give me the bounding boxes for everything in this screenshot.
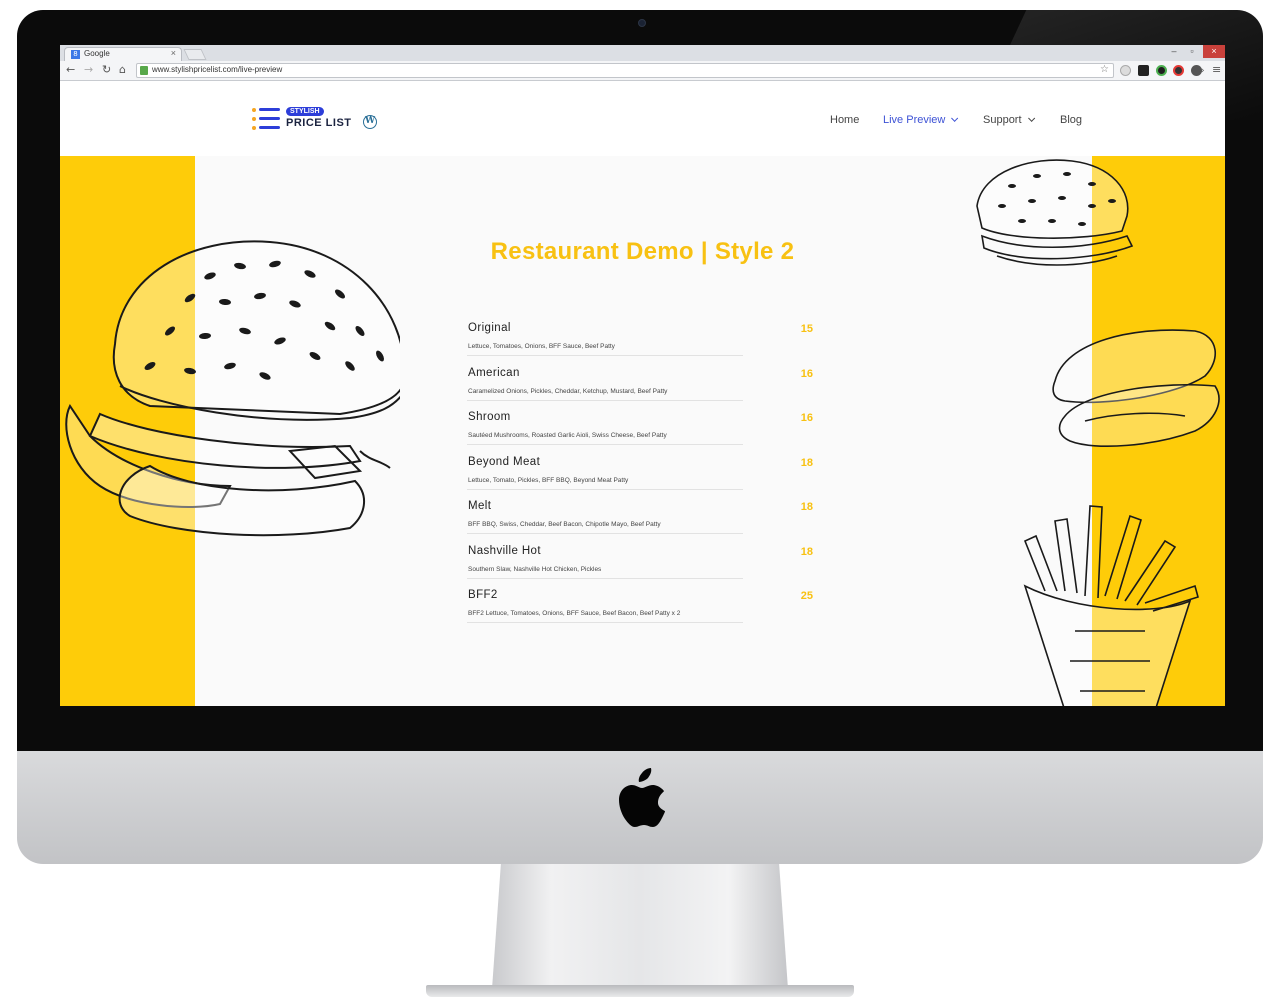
- nav-home-label: Home: [830, 114, 860, 126]
- browser-tabbar: 8 Google × – ▫ ×: [60, 45, 1225, 61]
- divider: [467, 488, 743, 490]
- chevron-down-icon: [1027, 114, 1035, 122]
- imac-stand-base: [426, 985, 854, 997]
- item-description: Lettuce, Tomatoes, Onions, BFF Sauce, Be…: [468, 343, 615, 350]
- tab-close-icon[interactable]: ×: [171, 48, 176, 58]
- item-price: 18: [800, 501, 813, 513]
- extension-icon-3[interactable]: [1156, 65, 1167, 76]
- item-description: BFF2 Lettuce, Tomatoes, Onions, BFF Sauc…: [468, 610, 681, 617]
- star-icon[interactable]: ☆: [1100, 64, 1109, 75]
- item-price: 18: [800, 456, 813, 469]
- item-description: Sautéed Mushrooms, Roasted Garlic Aioli,…: [468, 432, 667, 439]
- nav-support-label: Support: [983, 114, 1022, 126]
- logo-text[interactable]: PRICE LIST: [286, 117, 352, 129]
- item-description: Lettuce, Tomato, Pickles, BFF BBQ, Beyon…: [468, 476, 629, 484]
- nav-blog-label: Blog: [1060, 114, 1083, 126]
- pickle-tomato-illustration-icon: [1052, 329, 1220, 447]
- site-header: STYLISH PRICE LIST W Home Live Preview S…: [60, 82, 1225, 156]
- nav-blog[interactable]: Blog: [1060, 114, 1082, 126]
- item-description: Caramelized Onions, Pickles, Cheddar, Ke…: [468, 387, 668, 395]
- menu-item[interactable]: Melt BFF BBQ, Swiss, Cheddar, Beef Bacon…: [467, 499, 813, 544]
- extension-icon-2[interactable]: [1138, 65, 1149, 76]
- overflow-icon[interactable]: »: [1199, 64, 1205, 78]
- address-bar[interactable]: www.stylishpricelist.com/live-preview ☆: [136, 63, 1114, 78]
- logo-lines-icon[interactable]: [252, 108, 280, 130]
- apple-logo-icon: [619, 768, 665, 827]
- fries-illustration-icon: [1023, 505, 1199, 706]
- extension-icon-4[interactable]: [1173, 65, 1184, 76]
- nav-support[interactable]: Support: [983, 114, 1035, 126]
- divider: [467, 533, 743, 534]
- divider: [467, 622, 743, 623]
- divider: [467, 399, 743, 401]
- menu-item[interactable]: Beyond Meat Lettuce, Tomato, Pickles, BF…: [467, 455, 813, 500]
- chevron-down-icon: [951, 114, 959, 122]
- item-name: American: [468, 366, 520, 379]
- back-icon[interactable]: ←: [66, 63, 75, 77]
- browser-menu-icon[interactable]: ≡: [1212, 63, 1221, 77]
- camera-icon: [638, 19, 646, 27]
- item-name: Original: [468, 322, 511, 334]
- burger-illustration-icon: [65, 240, 400, 537]
- browser-tab[interactable]: 8 Google ×: [64, 47, 182, 61]
- menu-item[interactable]: Shroom Sautéed Mushrooms, Roasted Garlic…: [467, 410, 813, 455]
- menu-section: Restaurant Demo | Style 2 Original Lettu…: [60, 156, 1225, 706]
- menu-list: Original Lettuce, Tomatoes, Onions, BFF …: [467, 321, 813, 633]
- nav-home[interactable]: Home: [830, 114, 859, 126]
- forward-icon[interactable]: →: [84, 63, 93, 77]
- divider: [467, 444, 743, 445]
- item-name: BFF2: [468, 589, 498, 601]
- nav-live-preview[interactable]: Live Preview: [883, 114, 959, 126]
- home-icon[interactable]: ⌂: [119, 63, 126, 77]
- item-price: 16: [800, 367, 813, 380]
- item-price: 16: [800, 412, 813, 424]
- browser-toolbar: ← → ↻ ⌂ www.stylishpricelist.com/live-pr…: [60, 61, 1225, 81]
- item-description: Southern Slaw, Nashville Hot Chicken, Pi…: [468, 565, 602, 573]
- web-page: STYLISH PRICE LIST W Home Live Preview S…: [60, 82, 1225, 706]
- item-price: 25: [800, 590, 813, 602]
- item-name: Melt: [468, 500, 492, 512]
- wordpress-icon: W: [363, 115, 377, 129]
- screen: 8 Google × – ▫ × ← → ↻ ⌂ www.stylishpric…: [60, 45, 1225, 706]
- window-maximize-button[interactable]: ▫: [1183, 45, 1201, 58]
- tab-title: Google: [84, 49, 110, 58]
- lock-icon: [140, 66, 148, 75]
- menu-item[interactable]: American Caramelized Onions, Pickles, Ch…: [467, 366, 813, 411]
- divider: [467, 577, 743, 579]
- item-name: Nashville Hot: [468, 544, 541, 557]
- window-minimize-button[interactable]: –: [1165, 45, 1183, 58]
- window-close-button[interactable]: ×: [1203, 45, 1225, 58]
- divider: [467, 355, 743, 356]
- item-price: 18: [800, 545, 813, 558]
- url-text: www.stylishpricelist.com/live-preview: [152, 65, 283, 74]
- extension-icon-1[interactable]: [1120, 65, 1131, 76]
- new-tab-button[interactable]: [183, 49, 207, 60]
- reload-icon[interactable]: ↻: [102, 63, 111, 77]
- menu-item[interactable]: BFF2 BFF2 Lettuce, Tomatoes, Onions, BFF…: [467, 588, 813, 633]
- item-name: Beyond Meat: [468, 455, 541, 468]
- menu-item[interactable]: Original Lettuce, Tomatoes, Onions, BFF …: [467, 321, 813, 366]
- nav-live-preview-label: Live Preview: [883, 114, 946, 126]
- logo-badge[interactable]: STYLISH: [286, 107, 324, 116]
- google-favicon-icon: 8: [71, 50, 80, 59]
- menu-item[interactable]: Nashville Hot Southern Slaw, Nashville H…: [467, 544, 813, 589]
- menu-title: Restaurant Demo | Style 2: [490, 238, 795, 265]
- imac-stand: [492, 864, 788, 989]
- item-description: BFF BBQ, Swiss, Cheddar, Beef Bacon, Chi…: [468, 521, 661, 528]
- item-price: 15: [800, 323, 813, 335]
- item-name: Shroom: [468, 411, 511, 423]
